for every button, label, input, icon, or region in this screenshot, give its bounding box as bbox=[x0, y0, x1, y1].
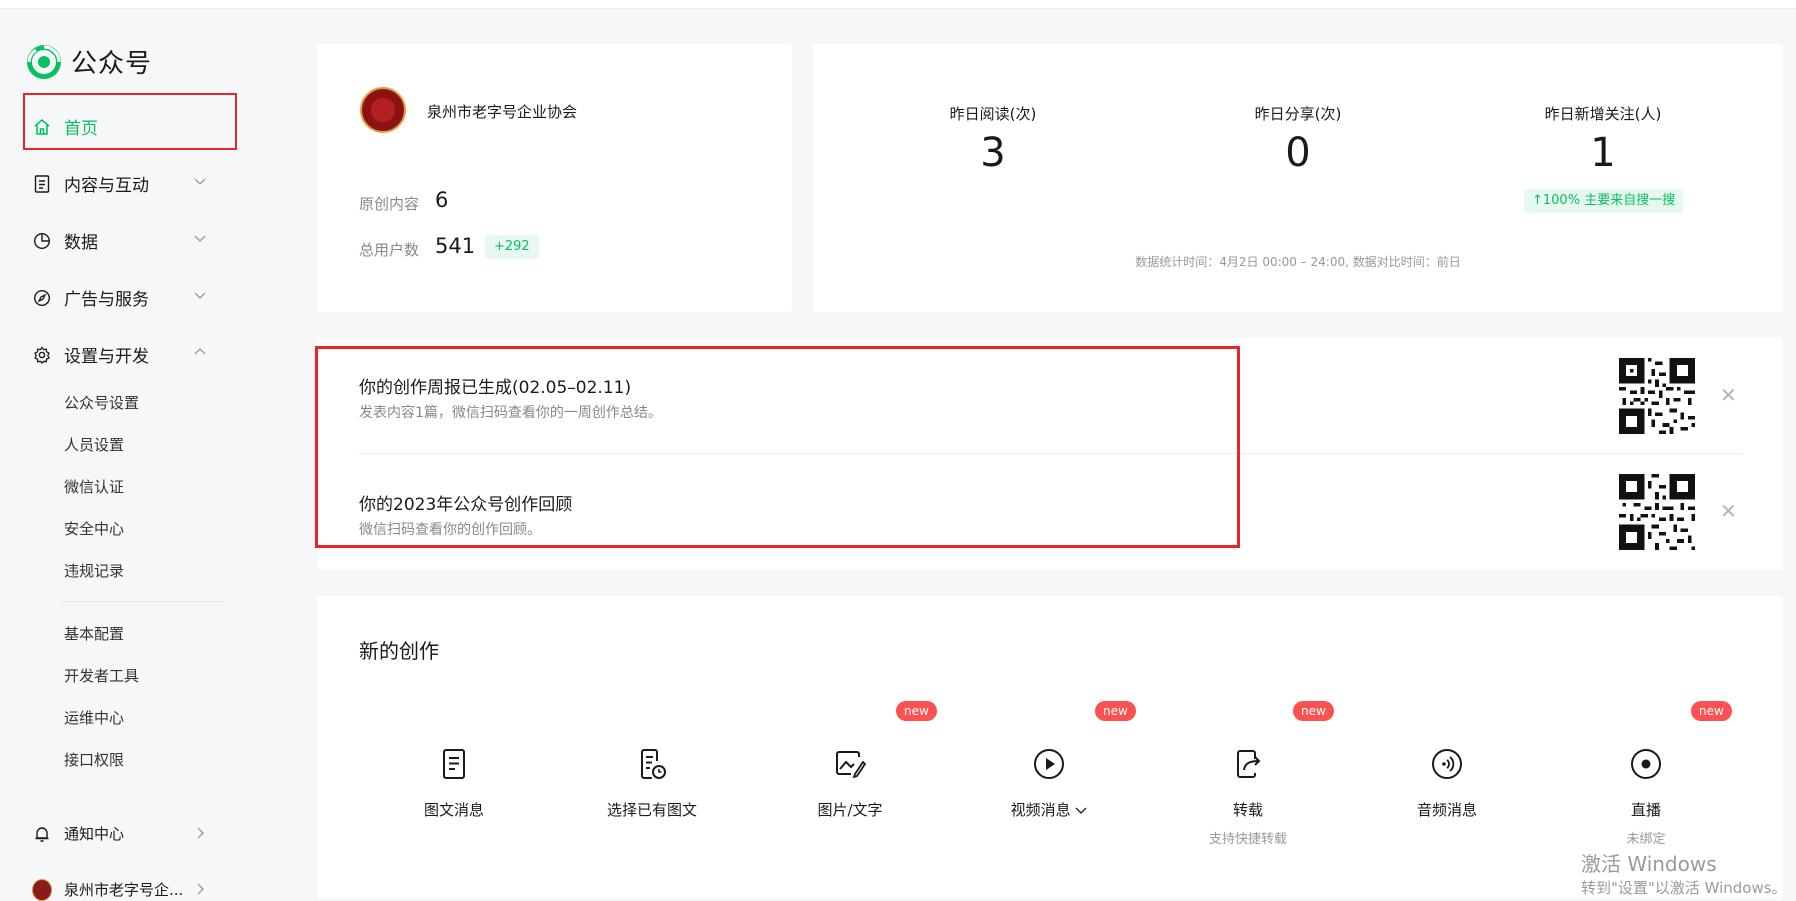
metric-reads: 昨日阅读(次) 3 bbox=[883, 103, 1103, 176]
windows-activation-hint: 转到"设置"以激活 Windows。 bbox=[1581, 879, 1787, 897]
sidebar-item-label: 数据 bbox=[64, 233, 98, 253]
metric-label: 昨日分享(次) bbox=[1254, 105, 1342, 123]
sidebar-account-switcher[interactable]: 泉州市老字号企... bbox=[32, 878, 204, 901]
users-growth-badge: +292 bbox=[485, 235, 539, 259]
sidebar-subitem-violations[interactable]: 违规记录 bbox=[64, 560, 124, 581]
tool-label: 视频消息 bbox=[969, 799, 1129, 820]
stats-card bbox=[813, 44, 1783, 312]
total-users-label: 总用户数 bbox=[359, 241, 420, 259]
document-icon bbox=[443, 749, 465, 779]
creation-section-title: 新的创作 bbox=[359, 639, 439, 663]
chevron-down-icon bbox=[194, 235, 206, 242]
app-logo[interactable]: 公众号 bbox=[27, 43, 152, 80]
sidebar-subitem-ops-center[interactable]: 运维中心 bbox=[64, 707, 124, 728]
sidebar-subitem-dev-tools[interactable]: 开发者工具 bbox=[64, 665, 139, 686]
sidebar-subitem-wechat-verify[interactable]: 微信认证 bbox=[64, 476, 124, 497]
sidebar-item-home[interactable]: 首页 bbox=[32, 114, 98, 139]
live-icon bbox=[1631, 749, 1661, 779]
tool-sublabel: 支持快捷转载 bbox=[1208, 832, 1287, 847]
sidebar-item-settings[interactable]: 设置与开发 bbox=[32, 342, 206, 367]
tool-article[interactable]: 图文消息 bbox=[374, 747, 534, 820]
sidebar-subitem-api-permissions[interactable]: 接口权限 bbox=[64, 749, 124, 770]
chevron-down-icon bbox=[194, 292, 206, 299]
app-name: 公众号 bbox=[71, 49, 153, 79]
chevron-down-icon bbox=[194, 178, 206, 185]
document-list-icon bbox=[32, 174, 52, 194]
account-card bbox=[317, 44, 792, 312]
metric-shares: 昨日分享(次) 0 bbox=[1188, 103, 1408, 176]
tool-label: 图文消息 bbox=[423, 801, 484, 819]
home-icon bbox=[32, 117, 52, 137]
sidebar-item-label: 通知中心 bbox=[64, 825, 125, 843]
avatar bbox=[32, 878, 52, 901]
account-name: 泉州市老字号企业协会 bbox=[427, 103, 578, 121]
tool-audio[interactable]: 音频消息 bbox=[1367, 747, 1527, 820]
new-badge: new bbox=[1095, 701, 1136, 721]
sidebar-item-label: 首页 bbox=[64, 119, 98, 139]
metric-new-follows: 昨日新增关注(人) 1 bbox=[1493, 103, 1713, 176]
tool-label: 音频消息 bbox=[1416, 801, 1477, 819]
windows-activation-title: 激活 Windows bbox=[1581, 852, 1717, 876]
chevron-up-icon bbox=[194, 348, 206, 355]
chevron-right-icon bbox=[197, 883, 204, 895]
tool-label: 直播 bbox=[1630, 801, 1661, 819]
tool-select-existing[interactable]: 选择已有图文 bbox=[572, 747, 732, 820]
metric-value: 1 bbox=[1590, 130, 1616, 176]
account-avatar-wrap bbox=[32, 878, 52, 901]
sidebar-subitem-account-settings[interactable]: 公众号设置 bbox=[64, 392, 139, 413]
chevron-down-icon[interactable] bbox=[1075, 805, 1087, 815]
wechat-logo-icon bbox=[27, 44, 61, 79]
original-content-value: 6 bbox=[435, 188, 449, 212]
metric-value: 0 bbox=[1285, 130, 1311, 176]
compass-icon bbox=[32, 288, 52, 308]
document-clock-icon bbox=[641, 749, 666, 779]
sidebar-account-name: 泉州市老字号企... bbox=[64, 881, 184, 899]
metric-value: 3 bbox=[980, 130, 1006, 176]
sidebar-item-notifications[interactable]: 通知中心 bbox=[32, 823, 204, 844]
tool-video[interactable]: 视频消息 bbox=[969, 747, 1129, 820]
tool-image-text[interactable]: 图片/文字 bbox=[770, 747, 930, 820]
sidebar-item-content[interactable]: 内容与互动 bbox=[32, 171, 206, 196]
follows-trend-badge: ↑100% 主要来自搜一搜 bbox=[1524, 189, 1684, 213]
total-users-value: 541 bbox=[435, 234, 476, 258]
sidebar-subitem-basic-config[interactable]: 基本配置 bbox=[64, 623, 124, 644]
tool-label: 选择已有图文 bbox=[606, 801, 697, 819]
audio-icon bbox=[1432, 749, 1462, 779]
image-pen-icon bbox=[836, 751, 867, 779]
account-avatar bbox=[360, 87, 406, 133]
tool-live[interactable]: 直播 未绑定 bbox=[1566, 747, 1726, 847]
original-content-label: 原创内容 bbox=[359, 195, 420, 213]
sidebar-divider bbox=[60, 601, 226, 602]
new-badge: new bbox=[1293, 701, 1334, 721]
notice-highlight-box bbox=[315, 346, 1240, 548]
metric-label: 昨日阅读(次) bbox=[949, 105, 1037, 123]
qr-code-icon bbox=[1619, 358, 1695, 434]
gear-icon bbox=[32, 345, 52, 365]
chevron-right-icon bbox=[197, 827, 204, 839]
play-icon bbox=[1034, 749, 1064, 779]
sidebar-subitem-security[interactable]: 安全中心 bbox=[64, 518, 124, 539]
tool-label: 转载 bbox=[1232, 801, 1263, 819]
stats-time-note: 数据统计时间：4月2日 00:00 – 24:00, 数据对比时间：前日 bbox=[1135, 255, 1461, 269]
sidebar-subitem-staff-settings[interactable]: 人员设置 bbox=[64, 434, 124, 455]
sidebar-item-ads[interactable]: 广告与服务 bbox=[32, 285, 206, 310]
new-badge: new bbox=[896, 701, 937, 721]
sidebar-item-label: 设置与开发 bbox=[64, 347, 149, 367]
tool-repost[interactable]: 转载 支持快捷转载 bbox=[1168, 747, 1328, 847]
qr-code-icon bbox=[1619, 474, 1695, 550]
tool-label-text: 视频消息 bbox=[1010, 801, 1071, 819]
new-badge: new bbox=[1691, 701, 1732, 721]
close-icon[interactable]: ✕ bbox=[1720, 383, 1737, 407]
metric-label: 昨日新增关注(人) bbox=[1544, 105, 1662, 123]
tool-label: 图片/文字 bbox=[817, 801, 883, 819]
sidebar-item-label: 广告与服务 bbox=[64, 290, 149, 310]
sidebar-item-label: 内容与互动 bbox=[64, 176, 149, 196]
bell-icon bbox=[32, 824, 52, 844]
pie-chart-icon bbox=[32, 231, 52, 251]
tool-sublabel: 未绑定 bbox=[1626, 832, 1666, 847]
share-icon bbox=[1237, 750, 1261, 778]
close-icon[interactable]: ✕ bbox=[1720, 499, 1737, 523]
top-bar bbox=[0, 0, 1796, 9]
sidebar-item-data[interactable]: 数据 bbox=[32, 228, 206, 253]
